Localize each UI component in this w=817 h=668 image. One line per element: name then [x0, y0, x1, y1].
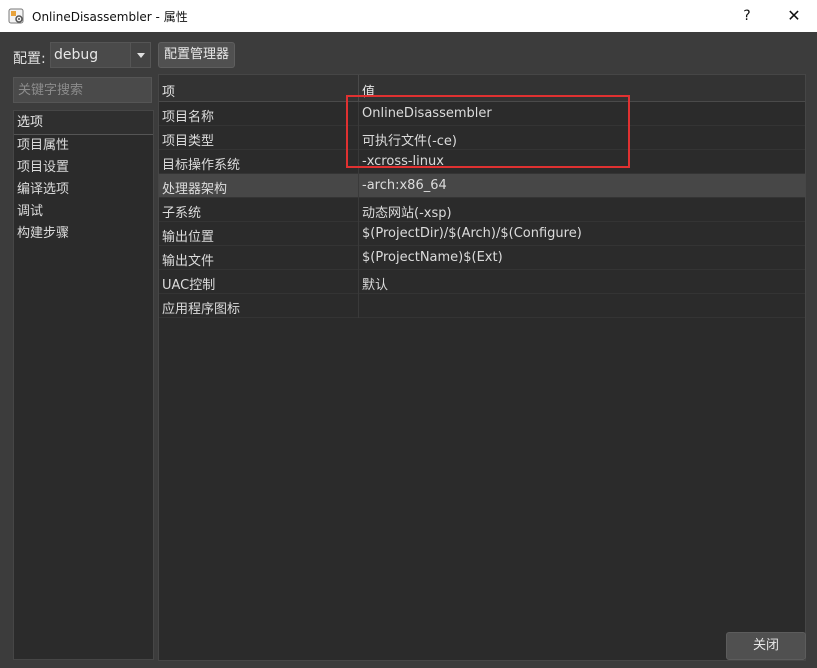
- property-key: 目标操作系统: [162, 158, 241, 173]
- property-grid: 项 值 项目名称 OnlineDisassembler 项目类型 可执行文件(-…: [158, 74, 806, 661]
- property-key: UAC控制: [162, 278, 216, 293]
- nav-item-options[interactable]: 选项: [14, 111, 153, 135]
- nav-item-project-settings[interactable]: 项目设置: [14, 157, 153, 179]
- nav-item-project-properties[interactable]: 项目属性: [14, 135, 153, 157]
- property-key: 输出文件: [162, 254, 215, 269]
- header-value[interactable]: 值: [362, 81, 375, 100]
- row-separator: [358, 270, 359, 294]
- property-row-project-name[interactable]: 项目名称 OnlineDisassembler: [159, 102, 805, 126]
- property-row-uac[interactable]: UAC控制 默认: [159, 270, 805, 294]
- header-key[interactable]: 项: [162, 81, 175, 100]
- property-row-arch[interactable]: 处理器架构 -arch:x86_64: [159, 174, 805, 198]
- property-row-output-dir[interactable]: 输出位置 $(ProjectDir)/$(Arch)/$(Configure): [159, 222, 805, 246]
- property-key: 项目类型: [162, 134, 215, 149]
- nav-item-compile-options[interactable]: 编译选项: [14, 179, 153, 201]
- property-key: 输出位置: [162, 230, 215, 245]
- grid-header: 项 值: [159, 75, 805, 102]
- window-close-button[interactable]: ✕: [771, 0, 817, 32]
- window-title: OnlineDisassembler - 属性: [32, 10, 188, 24]
- properties-dialog: 配置: debug 配置管理器 选项 项目属性 项目设置 编译选项 调试 构建步…: [0, 32, 817, 668]
- property-row-project-type[interactable]: 项目类型 可执行文件(-ce): [159, 126, 805, 150]
- property-value[interactable]: 默认: [362, 274, 388, 293]
- property-key: 处理器架构: [162, 182, 228, 197]
- nav-item-build-steps[interactable]: 构建步骤: [14, 223, 153, 245]
- row-separator: [358, 174, 359, 198]
- options-nav: 选项 项目属性 项目设置 编译选项 调试 构建步骤: [13, 110, 154, 660]
- property-value[interactable]: $(ProjectName)$(Ext): [362, 250, 503, 265]
- search-input[interactable]: [13, 77, 152, 103]
- app-icon: [8, 8, 24, 24]
- close-button[interactable]: 关闭: [726, 632, 806, 660]
- property-value[interactable]: 动态网站(-xsp): [362, 202, 452, 221]
- property-value[interactable]: $(ProjectDir)/$(Arch)/$(Configure): [362, 226, 582, 241]
- row-separator: [358, 126, 359, 150]
- property-key: 应用程序图标: [162, 302, 241, 317]
- row-separator: [358, 222, 359, 246]
- row-separator: [358, 294, 359, 318]
- property-value[interactable]: -xcross-linux: [362, 154, 444, 169]
- config-select-value: debug: [54, 47, 99, 63]
- row-separator: [358, 102, 359, 126]
- chevron-down-icon[interactable]: [130, 43, 150, 67]
- help-button[interactable]: ?: [724, 0, 770, 32]
- config-select[interactable]: debug: [50, 42, 151, 68]
- property-key: 项目名称: [162, 110, 215, 125]
- row-separator: [358, 198, 359, 222]
- column-separator[interactable]: [358, 75, 359, 102]
- property-row-app-icon[interactable]: 应用程序图标: [159, 294, 805, 318]
- row-separator: [358, 150, 359, 174]
- property-value[interactable]: 可执行文件(-ce): [362, 130, 457, 149]
- title-bar: OnlineDisassembler - 属性 ? ✕: [0, 0, 817, 32]
- property-row-output-file[interactable]: 输出文件 $(ProjectName)$(Ext): [159, 246, 805, 270]
- property-row-subsystem[interactable]: 子系统 动态网站(-xsp): [159, 198, 805, 222]
- row-separator: [358, 246, 359, 270]
- property-key: 子系统: [162, 206, 202, 221]
- config-label: 配置:: [13, 51, 46, 67]
- property-row-target-os[interactable]: 目标操作系统 -xcross-linux: [159, 150, 805, 174]
- property-value[interactable]: -arch:x86_64: [362, 178, 447, 193]
- config-manager-button[interactable]: 配置管理器: [158, 42, 235, 68]
- property-value[interactable]: OnlineDisassembler: [362, 106, 492, 121]
- nav-item-debug[interactable]: 调试: [14, 201, 153, 223]
